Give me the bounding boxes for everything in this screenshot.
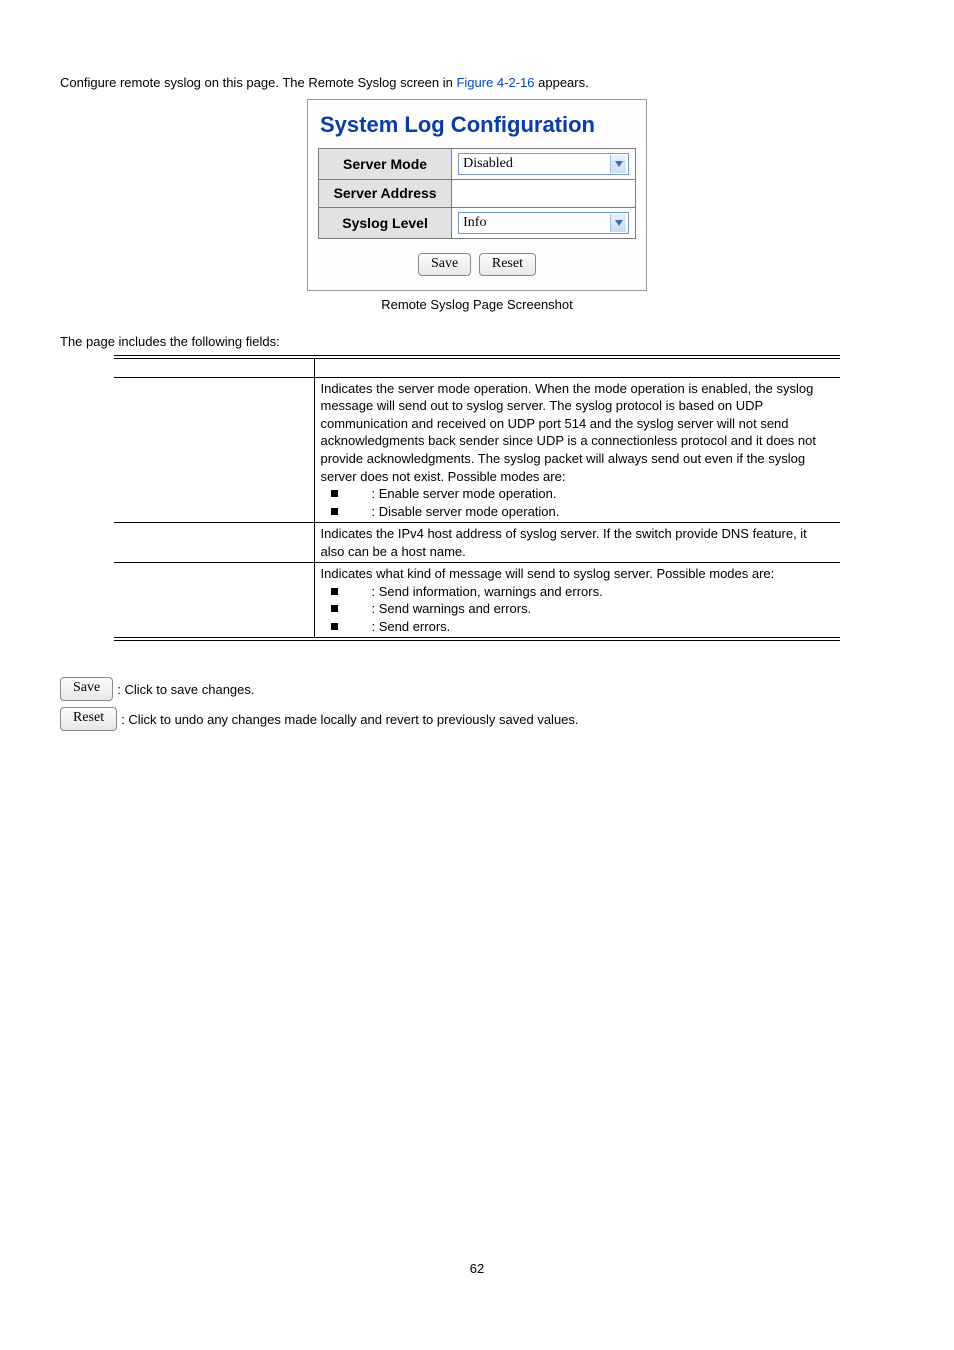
reset-button-note: : Click to undo any changes made locally… — [121, 712, 578, 727]
screenshot-caption: Remote Syslog Page Screenshot — [60, 297, 894, 312]
field-object-2 — [114, 563, 314, 640]
save-button-inline[interactable]: Save — [60, 677, 113, 701]
square-bullet-icon — [331, 623, 338, 630]
syslog-level-label: Syslog Level — [319, 207, 452, 238]
screenshot-panel: System Log Configuration Server Mode Dis… — [307, 99, 647, 292]
server-address-label: Server Address — [319, 179, 452, 207]
square-bullet-icon — [331, 508, 338, 515]
button-notes: Save : Click to save changes. Reset : Cl… — [60, 677, 894, 731]
intro-paragraph: Configure remote syslog on this page. Th… — [60, 73, 894, 93]
figure-reference-link[interactable]: Figure 4-2-16 — [456, 75, 534, 90]
reset-button[interactable]: Reset — [479, 253, 536, 277]
field2-bullet2-text: : Send errors. — [372, 619, 451, 634]
server-address-cell[interactable] — [452, 179, 636, 207]
field-desc-0: Indicates the server mode operation. Whe… — [321, 381, 817, 484]
intro-text-before: Configure remote syslog on this page. Th… — [60, 75, 456, 90]
table-row: Indicates what kind of message will send… — [114, 563, 840, 640]
server-mode-value: Disabled — [463, 156, 513, 172]
save-button-note: : Click to save changes. — [117, 682, 254, 697]
syslog-level-dropdown[interactable]: Info — [458, 212, 629, 234]
field0-bullet0-text: : Enable server mode operation. — [372, 486, 557, 501]
reset-button-inline[interactable]: Reset — [60, 707, 117, 731]
server-mode-dropdown[interactable]: Disabled — [458, 153, 629, 175]
table-row: Indicates the IPv4 host address of syslo… — [114, 523, 840, 563]
screenshot-title: System Log Configuration — [320, 112, 636, 138]
field0-bullet1-text: : Disable server mode operation. — [372, 504, 560, 519]
field-object-0 — [114, 377, 314, 522]
config-table: Server Mode Disabled Server Address — [318, 148, 636, 239]
page-number: 62 — [0, 1261, 954, 1276]
field2-bullet1-text: : Send warnings and errors. — [372, 601, 532, 616]
field2-bullet0-text: : Send information, warnings and errors. — [372, 584, 603, 599]
intro-text-after: appears. — [535, 75, 589, 90]
table-row: Indicates the server mode operation. Whe… — [114, 377, 840, 522]
field-object-1 — [114, 523, 314, 563]
fields-header-description — [314, 357, 840, 377]
fields-header-object — [114, 357, 314, 377]
server-mode-label: Server Mode — [319, 148, 452, 179]
square-bullet-icon — [331, 605, 338, 612]
fields-intro: The page includes the following fields: — [60, 334, 894, 349]
square-bullet-icon — [331, 490, 338, 497]
fields-description-table: Indicates the server mode operation. Whe… — [114, 355, 840, 641]
chevron-down-icon — [610, 214, 626, 232]
save-button[interactable]: Save — [418, 253, 471, 277]
chevron-down-icon — [610, 155, 626, 173]
field-desc-2: Indicates what kind of message will send… — [321, 566, 775, 581]
square-bullet-icon — [331, 588, 338, 595]
syslog-level-value: Info — [463, 215, 486, 231]
field-desc-1: Indicates the IPv4 host address of syslo… — [314, 523, 840, 563]
